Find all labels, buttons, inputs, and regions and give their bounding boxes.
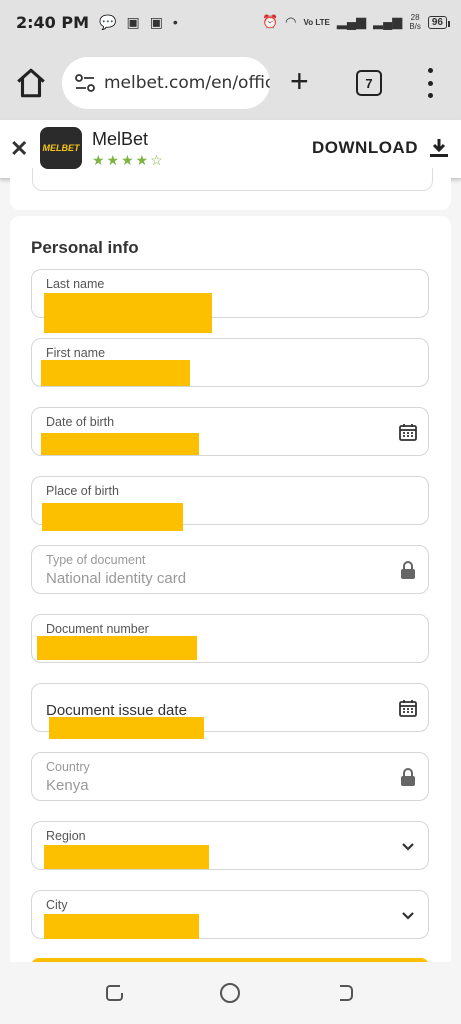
field-label: Last name <box>46 277 105 291</box>
app-rating-stars: ★★★★☆ <box>92 152 165 168</box>
region-select[interactable]: Region <box>31 821 429 870</box>
back-icon[interactable] <box>334 982 356 1004</box>
field-value: Kenya <box>46 777 89 794</box>
redacted-value <box>44 845 209 869</box>
download-label: DOWNLOAD <box>312 138 418 157</box>
tab-count: 7 <box>365 75 373 91</box>
sim-icon: ▣ <box>126 13 140 30</box>
field-label: City <box>46 898 68 912</box>
personal-info-card: Personal info Last name First name Date … <box>10 216 451 976</box>
country-field: Country Kenya <box>31 752 429 801</box>
document-number-field[interactable]: Document number <box>31 614 429 663</box>
field-label: Region <box>46 829 86 843</box>
home-icon[interactable] <box>14 66 48 100</box>
document-type-field: Type of document National identity card <box>31 545 429 594</box>
network-label: Vo LTE <box>303 17 330 27</box>
redacted-value <box>44 293 212 333</box>
status-left: 2:40 PM 💬 ▣ ▣ • <box>16 13 178 32</box>
plus-icon[interactable]: + <box>290 65 309 97</box>
status-time: 2:40 PM <box>16 12 90 32</box>
chevron-down-icon[interactable] <box>398 905 418 925</box>
calendar-icon[interactable] <box>398 698 418 718</box>
field-label: Document number <box>46 622 149 636</box>
field-label: Type of document <box>46 553 146 567</box>
lock-icon <box>401 561 415 579</box>
app-logo: MELBET <box>40 127 82 169</box>
browser-toolbar: melbet.com/en/offic + 7 <box>0 44 461 120</box>
last-name-field[interactable]: Last name <box>31 269 429 333</box>
net-speed: 28 B/s <box>409 13 421 31</box>
url-bar[interactable]: melbet.com/en/offic <box>62 57 270 109</box>
download-button[interactable]: DOWNLOAD <box>312 137 450 159</box>
place-of-birth-field[interactable]: Place of birth <box>31 476 429 531</box>
message-icon: 💬 <box>99 13 117 30</box>
field-value: National identity card <box>46 570 187 587</box>
redacted-value <box>49 717 204 739</box>
alarm-icon: ⏰ <box>261 14 279 29</box>
calendar-icon[interactable] <box>398 422 418 442</box>
url-text[interactable]: melbet.com/en/offic <box>104 73 270 93</box>
wifi-icon: ◠ <box>285 14 297 29</box>
tabs-icon[interactable]: 7 <box>356 70 382 96</box>
more-vert-icon[interactable] <box>423 68 437 98</box>
download-icon <box>429 139 448 157</box>
recents-icon[interactable] <box>104 982 126 1004</box>
date-of-birth-field[interactable]: Date of birth <box>31 407 429 456</box>
redacted-value <box>44 914 199 939</box>
close-icon[interactable]: ✕ <box>10 136 28 162</box>
redacted-value <box>41 433 199 455</box>
section-title: Personal info <box>31 238 139 257</box>
previous-field[interactable] <box>32 168 433 191</box>
status-right: ⏰ ◠ Vo LTE ▂▄▆ ▂▄▆ 28 B/s 96 <box>261 13 451 31</box>
status-bar: 2:40 PM 💬 ▣ ▣ • ⏰ ◠ Vo LTE ▂▄▆ ▂▄▆ 28 B/… <box>0 0 461 44</box>
field-label: First name <box>46 346 106 360</box>
city-select[interactable]: City <box>31 890 429 939</box>
document-issue-date-field[interactable]: Document issue date <box>31 683 429 739</box>
home-circle-icon[interactable] <box>219 982 241 1004</box>
app-logo-text: MELBET <box>42 143 80 153</box>
field-label: Date of birth <box>46 415 115 429</box>
redacted-value <box>37 636 197 660</box>
signal-icon: ▂▄▆ <box>336 14 367 29</box>
lock-icon <box>401 768 415 786</box>
redacted-value <box>41 360 190 386</box>
previous-section-card <box>10 168 451 210</box>
field-label: Country <box>46 760 90 774</box>
signal2-icon: ▂▄▆ <box>373 14 403 29</box>
redacted-value <box>42 503 183 531</box>
first-name-field[interactable]: First name <box>31 338 429 387</box>
field-label: Place of birth <box>46 484 119 498</box>
dot-icon: • <box>172 14 178 30</box>
chevron-down-icon[interactable] <box>398 836 418 856</box>
battery-indicator: 96 <box>427 15 451 29</box>
app-name: MelBet <box>92 129 149 149</box>
net-speed-unit: B/s <box>409 22 421 31</box>
net-speed-value: 28 <box>410 13 420 22</box>
sim2-icon: ▣ <box>149 13 163 30</box>
system-nav-bar <box>0 962 461 1024</box>
site-settings-icon[interactable] <box>74 73 96 93</box>
